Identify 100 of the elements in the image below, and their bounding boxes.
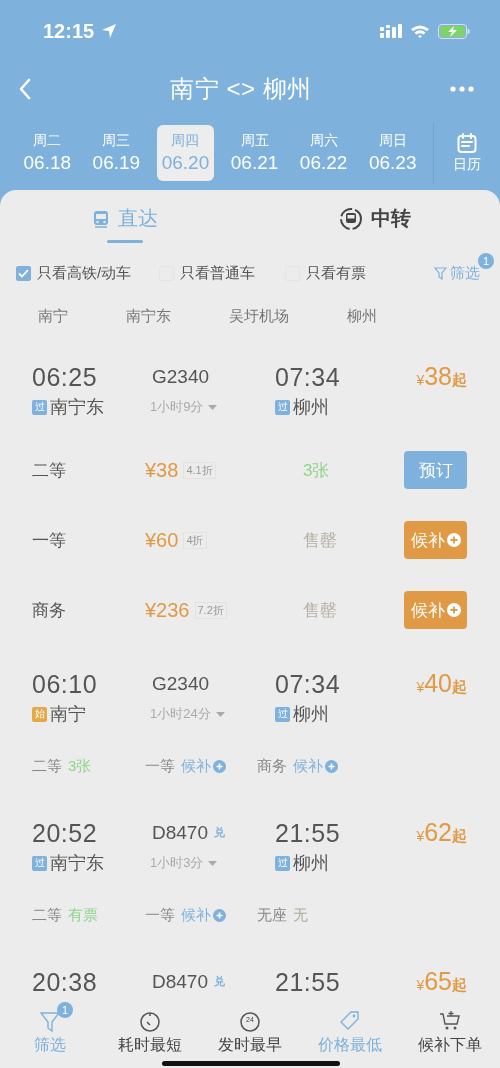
seat-class: 二等	[32, 905, 62, 925]
date-tab[interactable]: 周二 06.18	[19, 125, 76, 181]
ticket-availability: 售罄	[303, 599, 338, 622]
arrival-time: 21:55	[275, 967, 342, 996]
filter-checkbox[interactable]: 只看有票	[285, 263, 367, 283]
plus-icon	[446, 603, 461, 617]
filter-checkbox[interactable]: 只看普通车	[159, 263, 256, 283]
sort-label: 候补下单	[418, 1035, 482, 1055]
station-chip[interactable]: 南宁	[38, 306, 68, 326]
pass-tag: 过	[32, 855, 47, 871]
more-icon[interactable]	[450, 86, 474, 92]
dropdown-icon	[215, 711, 225, 717]
plus-icon	[446, 533, 461, 547]
arrival-time: 07:34	[275, 362, 342, 391]
date-tab[interactable]: 周六 06.22	[295, 125, 352, 181]
train-number[interactable]: G2340	[152, 672, 210, 695]
date-tab[interactable]: 周四 06.20	[157, 125, 214, 181]
pass-tag: 过	[275, 855, 290, 871]
seat-class: 一等	[145, 756, 175, 776]
seat-class: 一等	[145, 905, 175, 925]
seat-price: ¥38	[145, 458, 179, 482]
train-label: 兑	[214, 974, 225, 989]
price-tag-icon	[339, 1010, 361, 1032]
train-number[interactable]: G2340	[152, 365, 210, 388]
seat-price: ¥60	[145, 528, 179, 552]
filter-checkbox[interactable]: 只看高铁/动车	[16, 263, 132, 283]
sort-tab[interactable]: 候补下单	[400, 1006, 500, 1068]
station-chip[interactable]: 柳州	[347, 306, 377, 326]
sort-label: 筛选	[34, 1035, 66, 1055]
waitlist-button[interactable]: 候补	[404, 591, 467, 629]
lowest-price: ¥65起	[416, 967, 467, 996]
wifi-icon	[410, 24, 430, 38]
seat-price: ¥236	[145, 598, 190, 622]
timer-icon	[139, 1010, 161, 1032]
arrival-time: 21:55	[275, 818, 342, 847]
ticket-availability: 3张	[303, 459, 331, 482]
pass-tag: 过	[32, 399, 47, 415]
seat-status[interactable]: 候补	[181, 905, 211, 925]
mode-tab[interactable]: 直达	[0, 196, 250, 252]
station-name: 柳州	[293, 703, 329, 726]
dropdown-icon	[208, 404, 218, 410]
origin-tag: 始	[32, 706, 47, 722]
discount-tag: 7.2折	[194, 601, 227, 619]
clock-time: 12:15	[43, 19, 95, 43]
seat-status: 3张	[68, 756, 92, 776]
train-icon	[92, 209, 110, 228]
count-badge: 1	[57, 1002, 73, 1018]
plus-icon	[213, 908, 226, 922]
plus-icon	[213, 759, 226, 773]
station-name: 柳州	[293, 396, 329, 419]
ticket-availability: 售罄	[303, 529, 338, 552]
date-tab[interactable]: 周日 06.23	[364, 125, 421, 181]
window-title: 南宁 <> 柳州	[170, 74, 312, 104]
departure-time: 20:38	[32, 967, 99, 996]
departure-time: 06:25	[32, 362, 99, 391]
checkmark-icon	[18, 268, 29, 278]
book-button[interactable]: 预订	[404, 451, 467, 489]
count-badge: 1	[478, 252, 494, 269]
filter-icon	[434, 266, 447, 280]
train-number[interactable]: D8470	[152, 970, 208, 993]
station-name: 南宁东	[50, 852, 104, 875]
duration[interactable]: 1小时3分	[150, 854, 204, 872]
date-tab[interactable]: 周三 06.19	[88, 125, 145, 181]
seat-class: 商务	[32, 599, 67, 622]
seat-status[interactable]: 候补	[293, 756, 323, 776]
train-label: 兑	[214, 825, 225, 840]
seat-status: 无	[293, 905, 308, 925]
cart-icon	[439, 1010, 461, 1032]
lowest-price: ¥62起	[416, 818, 467, 847]
duration[interactable]: 1小时24分	[150, 705, 211, 723]
station-chip[interactable]: 吴圩机场	[229, 306, 289, 326]
discount-tag: 4折	[183, 531, 207, 549]
departure-time: 20:52	[32, 818, 99, 847]
sort-label: 发时最早	[218, 1035, 282, 1055]
dropdown-icon	[208, 860, 218, 866]
clock-icon	[239, 1010, 261, 1032]
pass-tag: 过	[275, 706, 290, 722]
seat-status: 有票	[68, 905, 98, 925]
station-chip[interactable]: 南宁东	[126, 306, 171, 326]
duration[interactable]: 1小时9分	[150, 398, 204, 416]
transfer-icon	[339, 206, 363, 231]
seat-class: 一等	[32, 529, 67, 552]
train-number[interactable]: D8470	[152, 821, 208, 844]
waitlist-button[interactable]: 候补	[404, 521, 467, 559]
sort-tab[interactable]: 耗时最短	[100, 1006, 200, 1068]
mode-tab[interactable]: 中转	[250, 196, 500, 252]
back-icon[interactable]	[18, 78, 32, 100]
seat-class: 商务	[257, 756, 287, 776]
seat-status[interactable]: 候补	[181, 756, 211, 776]
calendar-icon[interactable]	[457, 132, 478, 153]
station-name: 柳州	[293, 852, 329, 875]
sort-tab[interactable]: 价格最低	[300, 1006, 400, 1068]
date-tab[interactable]: 周五 06.21	[226, 125, 283, 181]
plus-icon	[325, 759, 338, 773]
filter-button[interactable]: 筛选	[434, 263, 480, 283]
discount-tag: 4.1折	[183, 461, 216, 479]
station-name: 南宁	[50, 703, 86, 726]
lowest-price: ¥40起	[416, 669, 467, 698]
seat-class: 二等	[32, 459, 67, 482]
battery-charging-icon	[438, 23, 470, 39]
